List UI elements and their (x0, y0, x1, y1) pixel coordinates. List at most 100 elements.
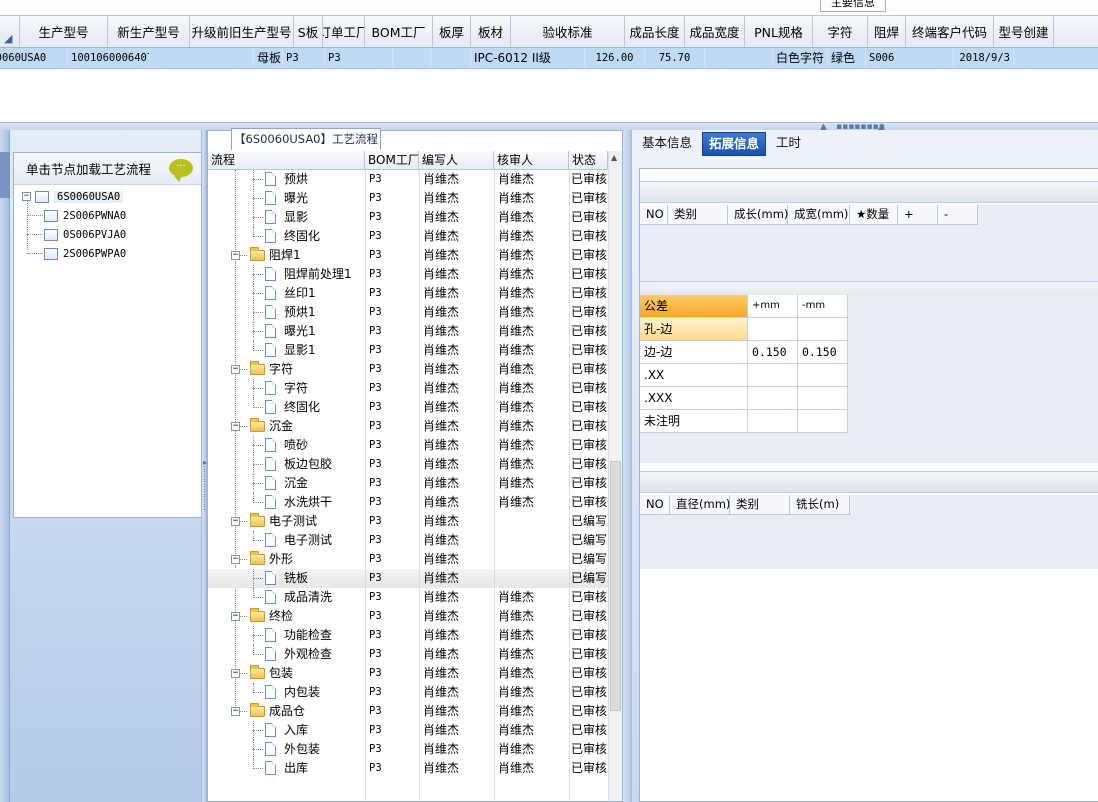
process-step-row[interactable]: 预烘1 P3 肖维杰 肖维杰 已审核 (208, 303, 608, 322)
table-cell[interactable]: 2018/9/3 (954, 48, 1014, 68)
process-step-row[interactable]: 丝印1 P3 肖维杰 肖维杰 已审核 (208, 284, 608, 303)
tolerance-input[interactable] (748, 364, 798, 387)
process-step-row[interactable]: 功能检查 P3 肖维杰 肖维杰 已审核 (208, 626, 608, 645)
process-step-row[interactable]: 出库 P3 肖维杰 肖维杰 已审核 (208, 759, 608, 778)
table-cell[interactable] (431, 48, 471, 68)
column-header[interactable]: 终端客户代码 (906, 16, 994, 47)
column-header[interactable]: 直径(mm) (670, 495, 730, 515)
table-cell[interactable]: P3 (283, 48, 325, 68)
column-header[interactable]: - (938, 205, 978, 225)
table-cell[interactable]: 126.00 (585, 48, 645, 68)
table-cell[interactable]: 白色字符 (773, 48, 828, 68)
column-header[interactable]: 编写人 (419, 151, 494, 169)
process-flow-tab[interactable]: 【6S0060USA0】工艺流程 (231, 128, 381, 150)
tree-node[interactable]: − 6S0060USA0 (22, 187, 124, 206)
process-step-row[interactable]: 喷砂 P3 肖维杰 肖维杰 已审核 (208, 436, 608, 455)
scrollbar-thumb[interactable] (610, 461, 621, 711)
tolerance-input[interactable] (798, 318, 848, 341)
table-cell[interactable]: 母板 (254, 48, 283, 68)
collapse-toggle-icon[interactable]: − (231, 669, 240, 678)
collapse-toggle-icon[interactable]: − (231, 251, 240, 260)
tolerance-input[interactable] (748, 318, 798, 341)
process-step-row[interactable]: 外观检查 P3 肖维杰 肖维杰 已审核 (208, 645, 608, 664)
process-group-row[interactable]: − 外形 P3 肖维杰 已编写 (208, 550, 608, 569)
tree-node[interactable]: 2S006PWPA0 (44, 244, 126, 263)
collapse-toggle-icon[interactable]: − (22, 192, 31, 201)
table-cell[interactable]: 6S0060USA0 (0, 48, 68, 68)
process-step-row[interactable]: 阻焊前处理1 P3 肖维杰 肖维杰 已审核 (208, 265, 608, 284)
column-header[interactable]: 成品长度 (625, 16, 685, 47)
column-header[interactable]: 成品宽度 (685, 16, 745, 47)
tab-extended-info[interactable]: 拓展信息 (702, 132, 767, 156)
process-group-row[interactable]: − 字符 P3 肖维杰 肖维杰 已审核 (208, 360, 608, 379)
left-vertical-tab-strip[interactable] (0, 130, 10, 802)
column-header[interactable]: 板材 (471, 16, 511, 47)
tolerance-input[interactable]: 0.150 (798, 341, 848, 364)
vertical-scrollbar[interactable]: ▲ (608, 151, 622, 801)
tolerance-input[interactable] (748, 410, 798, 433)
table-cell[interactable] (150, 48, 254, 68)
column-header[interactable]: 铣长(m) (790, 495, 850, 515)
table-cell[interactable]: 10010600064072 (68, 48, 150, 68)
column-header[interactable]: 流程 (208, 151, 365, 169)
column-header[interactable]: 升级前旧生产型号 (190, 16, 294, 47)
column-header[interactable]: PNL规格 (745, 16, 813, 47)
table-cell[interactable]: 绿色 (828, 48, 866, 68)
horizontal-splitter[interactable]: ▲ ▪▪▪▪▪▪▪▪ ▲ (0, 122, 1098, 132)
process-step-row[interactable]: 显影1 P3 肖维杰 肖维杰 已审核 (208, 341, 608, 360)
process-step-row[interactable]: 板边包胶 P3 肖维杰 肖维杰 已审核 (208, 455, 608, 474)
tolerance-input[interactable] (798, 410, 848, 433)
column-header[interactable]: 类别 (668, 205, 728, 225)
vertical-tab[interactable] (0, 152, 10, 198)
process-step-row[interactable]: 入库 P3 肖维杰 肖维杰 已审核 (208, 721, 608, 740)
collapse-toggle-icon[interactable]: − (231, 365, 240, 374)
column-header[interactable]: 成宽(mm) (788, 205, 850, 225)
column-header[interactable]: + (898, 205, 938, 225)
collapse-toggle-icon[interactable]: − (231, 422, 240, 431)
select-all-corner[interactable]: ◢ (0, 16, 20, 47)
column-header[interactable]: NO (640, 495, 670, 515)
process-group-row[interactable]: − 阻焊1 P3 肖维杰 肖维杰 已审核 (208, 246, 608, 265)
tolerance-header[interactable]: +mm (748, 295, 798, 318)
tree-node[interactable]: 0S006PVJA0 (44, 225, 126, 244)
process-step-row[interactable]: 内包装 P3 肖维杰 肖维杰 已审核 (208, 683, 608, 702)
table-row[interactable]: 6S0060USA010010600064072母板P3P3IPC-6012 I… (0, 48, 1098, 69)
column-header[interactable]: 字符 (813, 16, 868, 47)
process-step-row[interactable]: 外包装 P3 肖维杰 肖维杰 已审核 (208, 740, 608, 759)
process-step-row[interactable]: 曝光 P3 肖维杰 肖维杰 已审核 (208, 189, 608, 208)
scroll-up-icon[interactable]: ▲ (611, 153, 617, 162)
tree-node[interactable]: 2S006PWNA0 (44, 206, 126, 225)
column-header[interactable]: 新生产型号 (108, 16, 190, 47)
column-header[interactable]: BOM工厂 (365, 151, 419, 169)
table-cell[interactable]: S006 (866, 48, 954, 68)
collapse-toggle-icon[interactable]: − (231, 707, 240, 716)
process-step-row[interactable]: 显影 P3 肖维杰 肖维杰 已审核 (208, 208, 608, 227)
tolerance-header[interactable]: -mm (798, 295, 848, 318)
process-group-row[interactable]: − 包装 P3 肖维杰 肖维杰 已审核 (208, 664, 608, 683)
process-step-row[interactable]: 电子测试 P3 肖维杰 已编写 (208, 531, 608, 550)
column-header[interactable]: 型号创建 (994, 16, 1054, 47)
collapse-toggle-icon[interactable]: − (231, 555, 240, 564)
column-header[interactable]: 生产型号 (20, 16, 108, 47)
tab-basic-info[interactable]: 基本信息 (636, 132, 698, 156)
column-header[interactable]: ★数量 (850, 205, 898, 225)
process-step-row[interactable]: 成品清洗 P3 肖维杰 肖维杰 已审核 (208, 588, 608, 607)
column-header[interactable]: NO (640, 205, 668, 225)
column-header[interactable]: 成长(mm) (728, 205, 788, 225)
process-step-row[interactable]: 铣板 P3 肖维杰 已编写 (208, 569, 608, 588)
process-step-row[interactable]: 字符 P3 肖维杰 肖维杰 已审核 (208, 379, 608, 398)
chat-bubble-icon[interactable]: ··· (169, 159, 193, 182)
main-info-tab[interactable]: 主要信息 (820, 0, 886, 12)
table-cell[interactable] (705, 48, 773, 68)
collapse-toggle-icon[interactable]: − (231, 612, 240, 621)
process-step-row[interactable]: 沉金 P3 肖维杰 肖维杰 已审核 (208, 474, 608, 493)
process-group-row[interactable]: − 沉金 P3 肖维杰 肖维杰 已审核 (208, 417, 608, 436)
table-cell[interactable]: P3 (325, 48, 393, 68)
tolerance-input[interactable] (748, 387, 798, 410)
column-header[interactable]: 阻焊 (868, 16, 906, 47)
collapse-toggle-icon[interactable]: − (231, 517, 240, 526)
right-vertical-splitter[interactable] (623, 130, 631, 802)
process-step-row[interactable]: 预烘 P3 肖维杰 肖维杰 已审核 (208, 170, 608, 189)
process-step-row[interactable]: 终固化 P3 肖维杰 肖维杰 已审核 (208, 227, 608, 246)
column-header[interactable]: BOM工厂 (365, 16, 433, 47)
